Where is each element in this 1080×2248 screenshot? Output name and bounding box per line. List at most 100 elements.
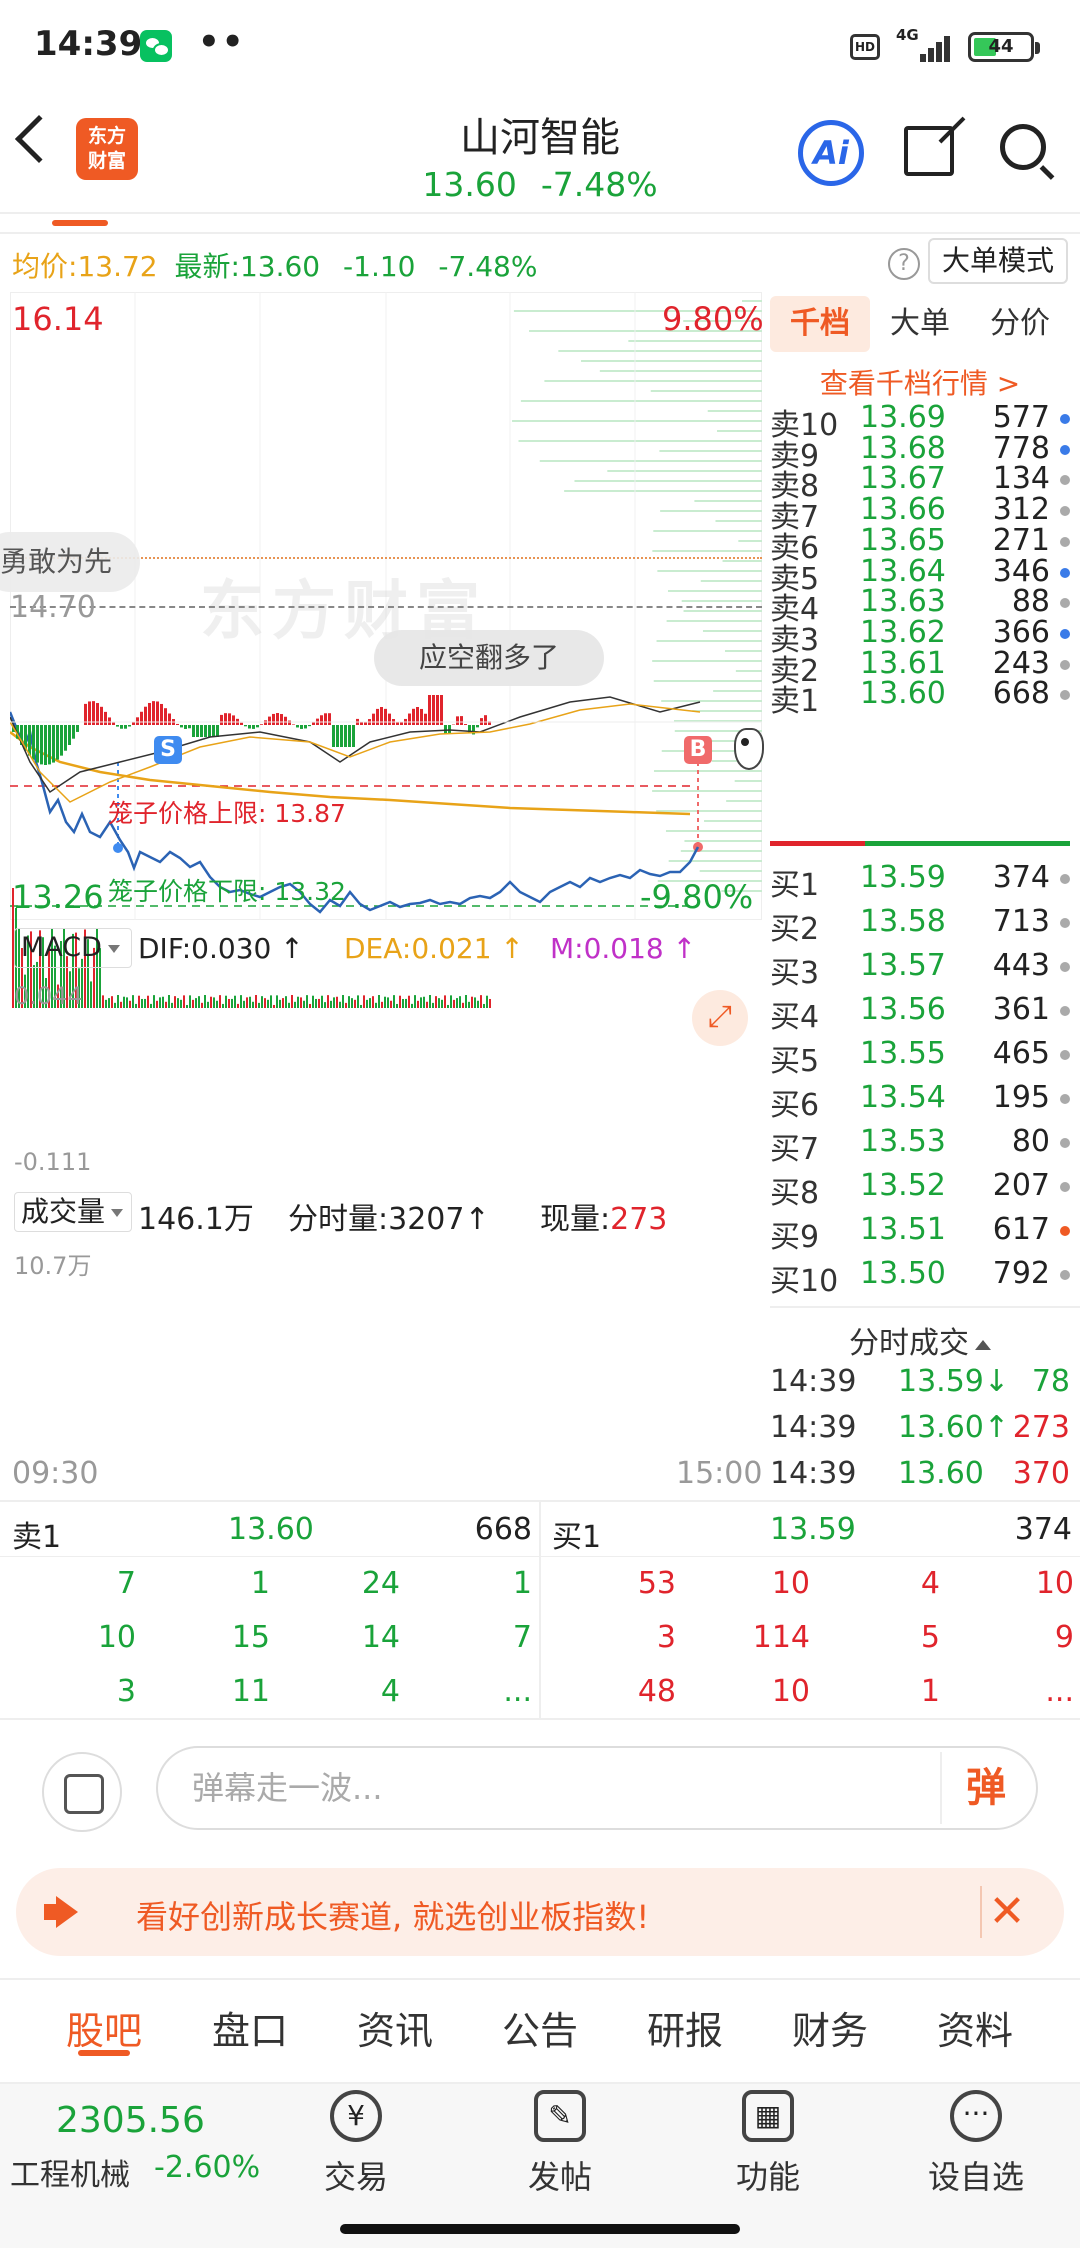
network-label: 4G bbox=[896, 26, 919, 44]
bid-level-row[interactable]: 买9 13.51 617 bbox=[770, 1208, 1070, 1255]
bid-level-row[interactable]: 买8 13.52 207 bbox=[770, 1164, 1070, 1211]
tab-finance[interactable]: 财务 bbox=[760, 2000, 900, 2055]
level-qty: 80 bbox=[1011, 1124, 1050, 1159]
danmu-settings-icon[interactable] bbox=[42, 1752, 122, 1832]
macd-bar bbox=[112, 722, 115, 725]
bid-level-row[interactable]: 买2 13.58 713 bbox=[770, 900, 1070, 947]
volume-bar bbox=[282, 998, 284, 1008]
volume-bar bbox=[255, 995, 257, 1008]
share-icon[interactable] bbox=[904, 126, 954, 176]
macd-bar bbox=[276, 713, 279, 725]
danmu-input[interactable]: 弹幕走一波... bbox=[156, 1746, 1038, 1830]
macd-bar bbox=[296, 725, 299, 728]
index-change[interactable]: -2.60% bbox=[154, 2150, 260, 2185]
status-dot-icon bbox=[1060, 1050, 1070, 1060]
functions-label: 功能 bbox=[735, 2158, 800, 2196]
volume-bar bbox=[453, 999, 455, 1008]
volume-bar bbox=[447, 1004, 449, 1008]
macd-m-value: M:0.018 bbox=[550, 932, 664, 965]
depth-bar bbox=[713, 690, 762, 692]
sell-marker-badge[interactable]: S bbox=[154, 736, 182, 764]
status-dot-icon bbox=[1060, 1094, 1070, 1104]
volume-bar bbox=[348, 996, 350, 1008]
volume-now-value: 273 bbox=[610, 1202, 668, 1237]
stock-name: 山河智能 bbox=[460, 115, 620, 161]
trade-button[interactable]: ¥ 交易 bbox=[286, 2090, 426, 2198]
bid-level-row[interactable]: 买5 13.55 465 bbox=[770, 1032, 1070, 1079]
ai-button[interactable]: Ai bbox=[798, 120, 864, 186]
expand-icon[interactable]: ⤢ bbox=[692, 990, 748, 1046]
tab-profile[interactable]: 资料 bbox=[905, 2000, 1045, 2055]
macd-bar bbox=[120, 725, 123, 729]
volume-selector[interactable]: 成交量 bbox=[14, 1192, 132, 1232]
macd-bar bbox=[292, 724, 295, 725]
bid-level-row[interactable]: 买1 13.59 374 bbox=[770, 856, 1070, 903]
volume-bar bbox=[153, 995, 155, 1008]
volume-bar bbox=[411, 1003, 413, 1008]
search-icon[interactable] bbox=[1000, 124, 1046, 170]
volume-bar bbox=[246, 997, 248, 1008]
depth-bar bbox=[694, 500, 762, 502]
back-icon[interactable] bbox=[14, 114, 64, 164]
volume-max-label: 10.7万 bbox=[14, 1252, 92, 1280]
post-button[interactable]: ✎ 发帖 bbox=[490, 2090, 630, 2198]
depth-bar bbox=[715, 520, 762, 522]
status-dot-icon bbox=[1060, 918, 1070, 928]
queue-sell-cell: 1 bbox=[250, 1566, 270, 1601]
depth-bar bbox=[684, 840, 762, 842]
level-qty: 617 bbox=[992, 1212, 1050, 1247]
macd-bar bbox=[212, 725, 215, 737]
bid-level-row[interactable]: 买6 13.54 195 bbox=[770, 1076, 1070, 1123]
trade-qty: 273 bbox=[1012, 1410, 1070, 1445]
volume-bar bbox=[333, 997, 335, 1008]
macd-bar bbox=[432, 695, 435, 725]
macd-bar bbox=[220, 714, 223, 725]
help-icon[interactable]: ? bbox=[888, 248, 920, 280]
queue-buy-cell: 3 bbox=[656, 1620, 676, 1655]
volume-bar bbox=[429, 995, 431, 1008]
ref-price-label: 14.70 bbox=[10, 590, 96, 625]
volume-bar bbox=[279, 999, 281, 1008]
close-icon[interactable]: ✕ bbox=[980, 1886, 1032, 1938]
volume-bar bbox=[369, 998, 371, 1008]
depth-bar bbox=[734, 780, 762, 782]
bid-level-row[interactable]: 买10 13.50 792 bbox=[770, 1252, 1070, 1299]
app-logo[interactable]: 东方 财富 bbox=[76, 118, 138, 180]
tab-announcements[interactable]: 公告 bbox=[470, 2000, 610, 2055]
bid-level-row[interactable]: 买4 13.56 361 bbox=[770, 988, 1070, 1035]
bid-level-row[interactable]: 买3 13.57 443 bbox=[770, 944, 1070, 991]
danmu-toggle-button[interactable]: 弹 bbox=[940, 1752, 1030, 1824]
volume-bar bbox=[111, 996, 113, 1008]
add-watchlist-button[interactable]: ··· 设自选 bbox=[906, 2090, 1046, 2198]
bid-level-row[interactable]: 买7 13.53 80 bbox=[770, 1120, 1070, 1167]
functions-button[interactable]: ▦ 功能 bbox=[698, 2090, 838, 2198]
index-value[interactable]: 2305.56 bbox=[56, 2100, 205, 2141]
tab-big-orders[interactable]: 大单 bbox=[870, 296, 970, 352]
tab-price-dist[interactable]: 分价 bbox=[970, 296, 1070, 352]
ask-level-row[interactable]: 卖1 13.60 668 bbox=[770, 672, 1070, 719]
macd-selector[interactable]: MACD bbox=[14, 928, 132, 968]
home-indicator[interactable] bbox=[340, 2224, 740, 2234]
volume-bar bbox=[117, 995, 119, 1008]
index-name[interactable]: 工程机械 bbox=[10, 2150, 130, 2194]
tab-pankou[interactable]: 盘口 bbox=[180, 2000, 320, 2055]
promo-text[interactable]: 看好创新成长赛道, 就选创业板指数! bbox=[136, 1892, 649, 1938]
level-qty: 195 bbox=[992, 1080, 1050, 1115]
mascot-icon[interactable] bbox=[734, 728, 764, 770]
depth-bar bbox=[700, 580, 762, 582]
tab-guba[interactable]: 股吧 bbox=[34, 2000, 174, 2055]
macd-bar bbox=[400, 722, 403, 725]
edit-icon: ✎ bbox=[534, 2090, 586, 2142]
big-order-mode-button[interactable]: 大单模式 bbox=[928, 238, 1068, 284]
tab-research[interactable]: 研报 bbox=[615, 2000, 755, 2055]
buy-marker-badge[interactable]: B bbox=[684, 736, 712, 764]
post-label: 发帖 bbox=[527, 2158, 592, 2196]
queue-sell-cell: 15 bbox=[231, 1620, 270, 1655]
tab-depth[interactable]: 千档 bbox=[770, 296, 870, 352]
trades-title[interactable]: 分时成交 bbox=[770, 1318, 1070, 1362]
level-label: 买4 bbox=[770, 1000, 820, 1035]
danmu-bubble: 应空翻多了 bbox=[374, 630, 604, 686]
tab-news[interactable]: 资讯 bbox=[325, 2000, 465, 2055]
macd-bar bbox=[140, 711, 143, 725]
orderbook-tabs: 千档 大单 分价 bbox=[770, 296, 1070, 352]
